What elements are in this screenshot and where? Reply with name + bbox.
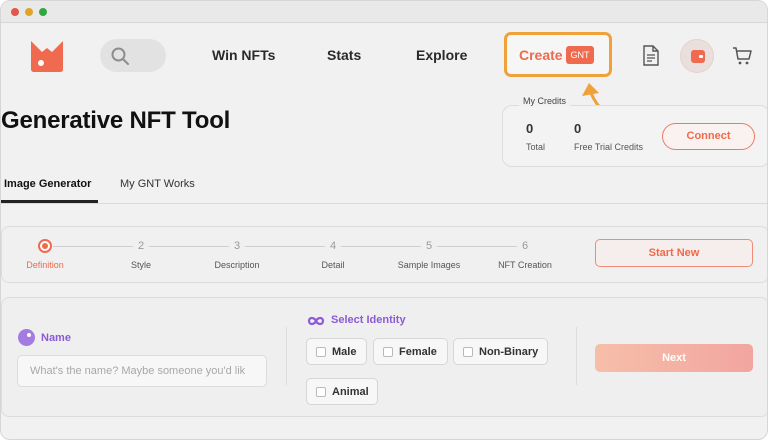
identity-option-label: Animal	[332, 386, 369, 398]
nav-explore[interactable]: Explore	[416, 47, 467, 63]
identity-option-label: Male	[332, 346, 357, 358]
name-icon	[18, 329, 35, 346]
total-credits-label: Total	[526, 142, 546, 152]
brand-logo[interactable]	[29, 39, 65, 73]
form-divider	[286, 327, 287, 385]
trial-credits-label: Free Trial Credits	[574, 142, 644, 152]
step-2-label: Style	[130, 260, 151, 270]
cart-icon[interactable]	[732, 46, 752, 66]
total-credits-value: 0	[526, 121, 534, 136]
checkbox-icon[interactable]	[463, 347, 473, 357]
identity-label: Select Identity	[331, 314, 406, 326]
close-window-button[interactable]	[11, 8, 19, 16]
step-1-indicator[interactable]	[38, 239, 52, 253]
checkbox-icon[interactable]	[383, 347, 393, 357]
trial-credits-value: 0	[574, 121, 582, 136]
step-5-label: Sample Images	[397, 260, 461, 270]
form-divider	[576, 327, 577, 385]
next-button[interactable]: Next	[595, 344, 753, 372]
identity-option-label: Female	[399, 346, 437, 358]
wallet-button[interactable]	[680, 39, 714, 73]
search-button[interactable]	[100, 39, 166, 72]
app-window: Win NFTs Stats Explore Create GNT Genera…	[0, 0, 768, 440]
step-1-label: Definition	[26, 260, 64, 270]
identity-option-animal[interactable]: Animal	[306, 378, 378, 405]
tabs-divider	[1, 203, 767, 204]
step-6-label: NFT Creation	[498, 260, 552, 270]
step-5-number[interactable]: 5	[423, 240, 435, 252]
identity-option-female[interactable]: Female	[373, 338, 448, 365]
step-connector	[53, 246, 133, 247]
identity-option-male[interactable]: Male	[306, 338, 367, 365]
minimize-window-button[interactable]	[25, 8, 33, 16]
search-icon	[111, 47, 129, 65]
step-4-number[interactable]: 4	[327, 240, 339, 252]
gnt-badge[interactable]: GNT	[566, 46, 594, 64]
step-connector	[437, 246, 517, 247]
checkbox-icon[interactable]	[316, 347, 326, 357]
step-4-label: Detail	[321, 260, 345, 270]
connect-button[interactable]: Connect	[662, 123, 755, 150]
window-titlebar	[1, 1, 767, 23]
wallet-icon	[691, 50, 705, 63]
step-connector	[245, 246, 325, 247]
step-connector	[341, 246, 421, 247]
step-2-number[interactable]: 2	[135, 240, 147, 252]
infinity-icon	[307, 316, 325, 326]
step-3-label: Description	[214, 260, 260, 270]
identity-option-non-binary[interactable]: Non-Binary	[453, 338, 548, 365]
step-6-number[interactable]: 6	[519, 240, 531, 252]
nav-stats[interactable]: Stats	[327, 47, 361, 63]
document-icon[interactable]	[642, 45, 660, 66]
maximize-window-button[interactable]	[39, 8, 47, 16]
name-input[interactable]	[17, 355, 267, 387]
page-title: Generative NFT Tool	[1, 107, 231, 134]
start-new-button[interactable]: Start New	[595, 239, 753, 267]
nav-win-nfts[interactable]: Win NFTs	[212, 47, 275, 63]
tab-my-gnt-works[interactable]: My GNT Works	[120, 178, 195, 190]
name-label: Name	[41, 332, 71, 344]
step-connector	[149, 246, 229, 247]
step-3-number[interactable]: 3	[231, 240, 243, 252]
credits-title: My Credits	[519, 96, 571, 106]
tab-image-generator[interactable]: Image Generator	[4, 178, 91, 190]
checkbox-icon[interactable]	[316, 387, 326, 397]
nav-create[interactable]: Create	[519, 47, 563, 63]
identity-option-label: Non-Binary	[479, 346, 539, 358]
